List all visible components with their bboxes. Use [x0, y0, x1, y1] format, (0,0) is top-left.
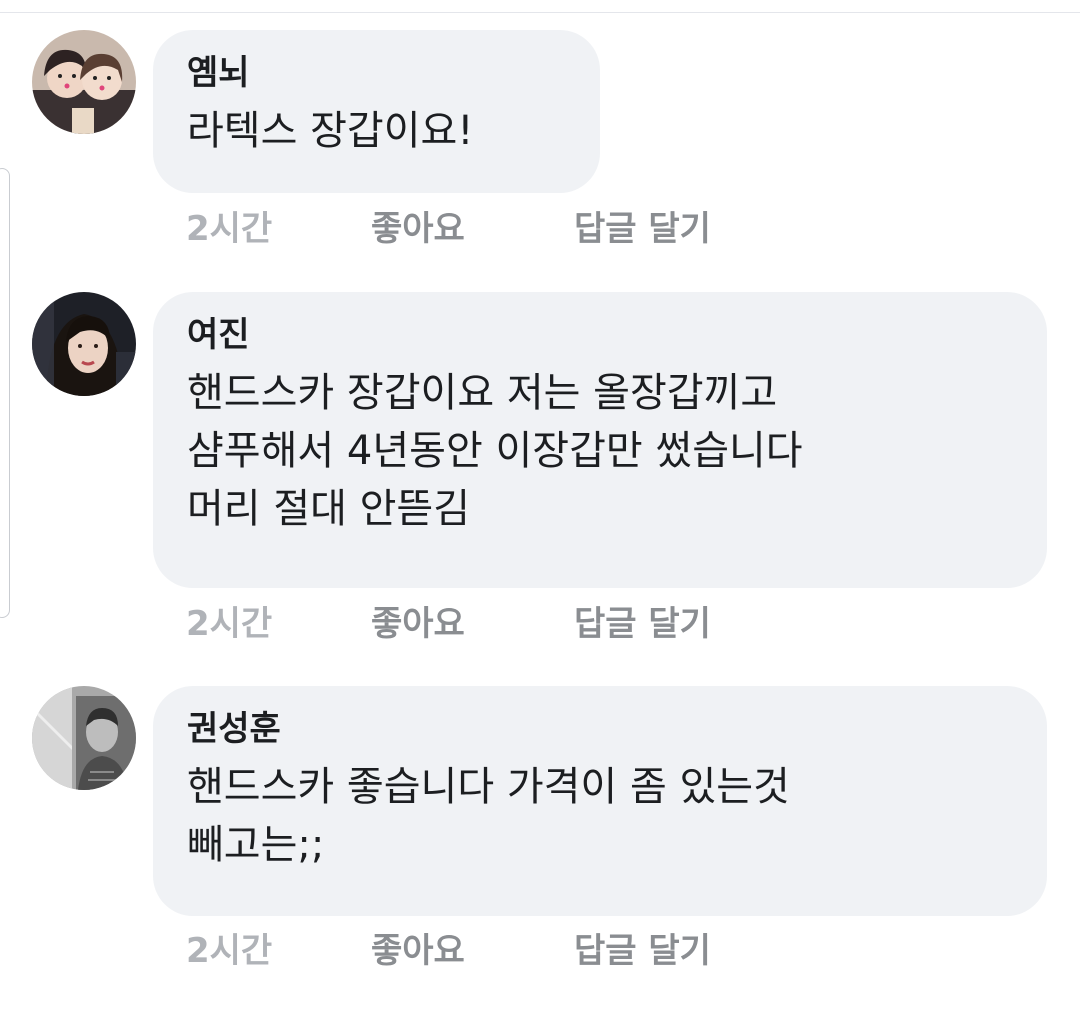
comment-author[interactable]: 옘뇌	[187, 50, 566, 96]
comment-text-line: 머리 절대 안뜯김	[187, 486, 471, 532]
comment-text: 라텍스 장갑이요!	[187, 102, 566, 160]
comment-timestamp[interactable]: 2시간	[186, 204, 272, 254]
comment-timestamp[interactable]: 2시간	[186, 926, 272, 976]
comment-text: 핸드스카 좋습니다 가격이 좀 있는것 빼고는;;	[187, 758, 1013, 874]
comment-text-line: 라텍스 장갑이요!	[187, 108, 474, 154]
comment-bubble: 옘뇌 라텍스 장갑이요!	[153, 30, 600, 193]
comment-author[interactable]: 여진	[187, 312, 1013, 358]
profile-photo-avatar-icon	[32, 292, 136, 396]
reply-button[interactable]: 답글 달기	[574, 599, 711, 649]
profile-photo-avatar-icon	[32, 686, 136, 790]
comment-text-line: 빼고는;;	[187, 822, 325, 868]
comment-text-line: 핸드스카 좋습니다 가격이 좀 있는것	[187, 764, 790, 810]
comment-timestamp[interactable]: 2시간	[186, 599, 272, 649]
comment-bubble: 여진 핸드스카 장갑이요 저는 올장갑끼고 샴푸해서 4년동안 이장갑만 썼습니…	[153, 292, 1047, 588]
comment-bubble: 권성훈 핸드스카 좋습니다 가격이 좀 있는것 빼고는;;	[153, 686, 1047, 916]
reply-button[interactable]: 답글 달기	[574, 204, 711, 254]
like-button[interactable]: 좋아요	[371, 599, 465, 649]
scroll-edge-indicator	[0, 168, 10, 618]
like-button[interactable]: 좋아요	[371, 926, 465, 976]
avatar[interactable]	[32, 30, 136, 134]
comment-text: 핸드스카 장갑이요 저는 올장갑끼고 샴푸해서 4년동안 이장갑만 썼습니다 머…	[187, 364, 1013, 538]
avatar[interactable]	[32, 292, 136, 396]
profile-photo-avatar-icon	[32, 30, 136, 134]
like-button[interactable]: 좋아요	[371, 204, 465, 254]
comment-text-line: 샴푸해서 4년동안 이장갑만 썼습니다	[187, 428, 803, 474]
reply-button[interactable]: 답글 달기	[574, 926, 711, 976]
comment-text-line: 핸드스카 장갑이요 저는 올장갑끼고	[187, 370, 778, 416]
avatar[interactable]	[32, 686, 136, 790]
comment-author[interactable]: 권성훈	[187, 706, 1013, 752]
top-divider	[0, 12, 1080, 13]
